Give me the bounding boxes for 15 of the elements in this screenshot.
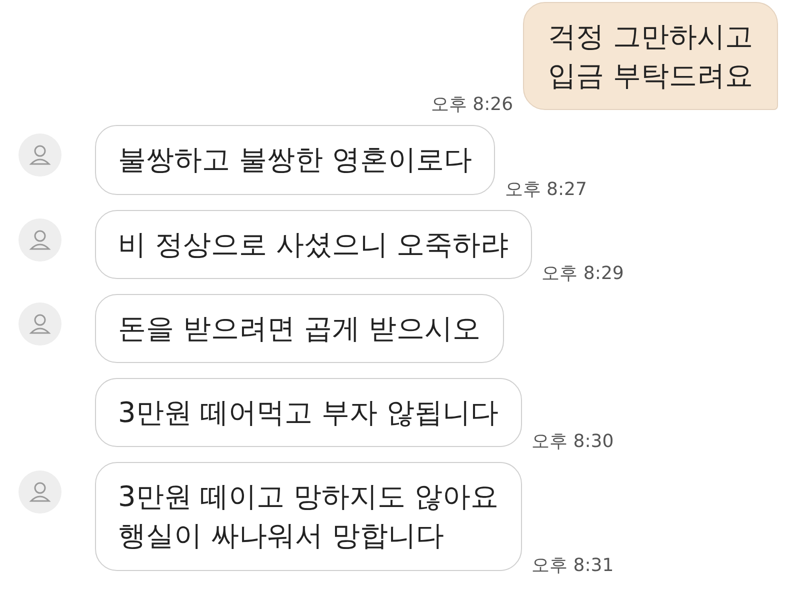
message-time: 오후 8:27 [504, 178, 587, 201]
avatar-icon[interactable] [18, 133, 62, 178]
received-message: 비 정상으로 사셨으니 오죽하랴 [95, 210, 532, 279]
received-message: 불쌍하고 불쌍한 영혼이로다 [95, 125, 495, 195]
sent-message: 걱정 그만하시고 입금 부탁드려요 [523, 2, 778, 110]
received-message: 돈을 받으려면 곱게 받으시오 [95, 294, 504, 363]
avatar-icon[interactable] [18, 302, 62, 346]
message-time: 오후 8:29 [542, 262, 624, 285]
received-message: 3만원 떼어먹고 부자 않됩니다 [95, 378, 522, 448]
message-time: 오후 8:30 [532, 430, 614, 454]
message-time: 오후 8:26 [430, 93, 514, 116]
received-message: 3만원 떼이고 망하지도 않아요 행실이 싸나워서 망합니다 [95, 462, 522, 570]
avatar-icon[interactable] [18, 470, 62, 514]
message-time: 오후 8:31 [532, 554, 614, 576]
avatar-icon[interactable] [18, 218, 62, 262]
